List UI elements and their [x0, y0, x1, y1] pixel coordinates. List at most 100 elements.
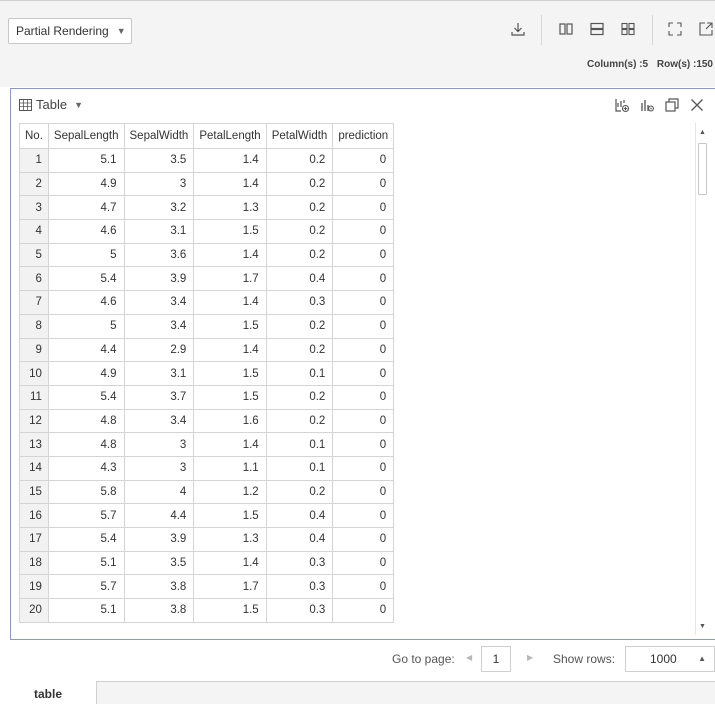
- prediction-cell: 0: [332, 479, 395, 505]
- table-row[interactable]: 14 4.3 3 1.1 0.1 0: [19, 455, 395, 481]
- table-row[interactable]: 8 5 3.4 1.5 0.2 0: [19, 313, 395, 339]
- vertical-scrollbar[interactable]: ▲ ▼: [695, 123, 709, 635]
- sepal-length-cell: 5.1: [47, 148, 125, 173]
- add-chart-icon[interactable]: [612, 95, 632, 115]
- toolbar-divider: [652, 15, 653, 45]
- table-row[interactable]: 17 5.4 3.9 1.3 0.4 0: [19, 527, 395, 552]
- table-header-row: No. SepalLength SepalWidth PetalLength P…: [19, 123, 395, 149]
- sepal-width-cell: 4: [123, 479, 195, 505]
- petal-width-cell: 0.2: [265, 195, 334, 221]
- column-header[interactable]: PetalLength: [193, 123, 267, 149]
- page-number-input[interactable]: 1: [481, 646, 511, 672]
- prediction-cell: 0: [332, 337, 395, 363]
- sepal-width-cell: 3.9: [123, 527, 195, 552]
- table-row[interactable]: 7 4.6 3.4 1.4 0.3 0: [19, 290, 395, 315]
- table-row[interactable]: 12 4.8 3.4 1.6 0.2 0: [19, 408, 395, 434]
- column-header[interactable]: prediction: [332, 123, 395, 149]
- petal-length-cell: 1.4: [193, 432, 267, 457]
- sepal-length-cell: 5.4: [47, 527, 125, 552]
- column-layout-icon[interactable]: [555, 18, 577, 40]
- petal-length-cell: 1.4: [193, 242, 267, 268]
- table-row[interactable]: 3 4.7 3.2 1.3 0.2 0: [19, 195, 395, 221]
- scroll-up-icon[interactable]: ▲: [696, 125, 709, 139]
- row-index: 2: [19, 171, 49, 197]
- sepal-length-cell: 5: [47, 313, 125, 339]
- table-row[interactable]: 10 4.9 3.1 1.5 0.1 0: [19, 361, 395, 386]
- petal-length-cell: 1.1: [193, 455, 267, 481]
- sepal-width-cell: 2.9: [123, 337, 195, 363]
- petal-width-cell: 0.4: [265, 527, 334, 552]
- table-row[interactable]: 18 5.1 3.5 1.4 0.3 0: [19, 550, 395, 576]
- rows-per-page-select[interactable]: 1000 ▲: [625, 646, 715, 672]
- column-header[interactable]: PetalWidth: [265, 123, 334, 149]
- petal-width-cell: 0.2: [265, 408, 334, 434]
- prediction-cell: 0: [332, 266, 395, 292]
- chart-settings-icon[interactable]: [637, 95, 657, 115]
- petal-width-cell: 0.2: [265, 219, 334, 244]
- sepal-length-cell: 4.6: [47, 290, 125, 315]
- table-row[interactable]: 19 5.7 3.8 1.7 0.3 0: [19, 574, 395, 600]
- sepal-length-cell: 4.8: [47, 432, 125, 457]
- table-body: 1 5.1 3.5 1.4 0.2 0 2 4.9 3 1.4 0.2 0 3 4.7 3.2 1.3 0.2 0…: [19, 148, 395, 623]
- table-row[interactable]: 1 5.1 3.5 1.4 0.2 0: [19, 148, 395, 173]
- column-header[interactable]: No.: [19, 123, 49, 149]
- table-row[interactable]: 5 5 3.6 1.4 0.2 0: [19, 242, 395, 268]
- external-link-icon[interactable]: [695, 18, 715, 40]
- table-row[interactable]: 11 5.4 3.7 1.5 0.2 0: [19, 384, 395, 410]
- rows-per-page-value: 1000: [650, 652, 677, 666]
- petal-width-cell: 0.1: [265, 361, 334, 386]
- tab-table[interactable]: table: [0, 681, 97, 704]
- scrollbar-thumb[interactable]: [698, 143, 707, 195]
- table-row[interactable]: 16 5.7 4.4 1.5 0.4 0: [19, 503, 395, 528]
- petal-length-cell: 1.3: [193, 195, 267, 221]
- petal-length-cell: 1.7: [193, 266, 267, 292]
- table-row[interactable]: 13 4.8 3 1.4 0.1 0: [19, 432, 395, 457]
- copy-window-icon[interactable]: [662, 95, 682, 115]
- table-row[interactable]: 15 5.8 4 1.2 0.2 0: [19, 479, 395, 505]
- petal-width-cell: 0.4: [265, 503, 334, 528]
- sepal-length-cell: 5.7: [47, 503, 125, 528]
- scroll-down-icon[interactable]: ▼: [696, 619, 709, 633]
- prediction-cell: 0: [332, 503, 395, 528]
- row-index: 12: [19, 408, 49, 434]
- petal-length-cell: 1.4: [193, 550, 267, 576]
- sepal-width-cell: 3.1: [123, 219, 195, 244]
- prediction-cell: 0: [332, 361, 395, 386]
- fullscreen-icon[interactable]: [664, 18, 686, 40]
- petal-width-cell: 0.2: [265, 337, 334, 363]
- petal-width-cell: 0.2: [265, 148, 334, 173]
- table-row[interactable]: 6 5.4 3.9 1.7 0.4 0: [19, 266, 395, 292]
- grid-layout-icon[interactable]: [617, 18, 639, 40]
- petal-length-cell: 1.5: [193, 503, 267, 528]
- row-index: 19: [19, 574, 49, 600]
- table-row[interactable]: 2 4.9 3 1.4 0.2 0: [19, 171, 395, 197]
- table-row[interactable]: 9 4.4 2.9 1.4 0.2 0: [19, 337, 395, 363]
- petal-length-cell: 1.5: [193, 384, 267, 410]
- show-rows-label: Show rows:: [553, 652, 616, 666]
- row-layout-icon[interactable]: [586, 18, 608, 40]
- table-row[interactable]: 20 5.1 3.8 1.5 0.3 0: [19, 598, 395, 623]
- sepal-width-cell: 3.4: [123, 313, 195, 339]
- prediction-cell: 0: [332, 171, 395, 197]
- column-header[interactable]: SepalLength: [47, 123, 125, 149]
- sepal-length-cell: 4.9: [47, 171, 125, 197]
- row-count: Row(s) :150: [656, 59, 713, 70]
- next-page-icon[interactable]: ▶: [527, 653, 533, 662]
- petal-width-cell: 0.3: [265, 574, 334, 600]
- view-type-select[interactable]: Table ▼: [19, 97, 83, 112]
- render-mode-select[interactable]: Partial Rendering ▼: [8, 18, 132, 44]
- goto-page-label: Go to page:: [392, 652, 455, 666]
- download-icon[interactable]: [507, 18, 529, 40]
- column-header[interactable]: SepalWidth: [123, 123, 195, 149]
- prediction-cell: 0: [332, 148, 395, 173]
- close-icon[interactable]: [687, 95, 707, 115]
- table-row[interactable]: 4 4.6 3.1 1.5 0.2 0: [19, 219, 395, 244]
- sepal-width-cell: 3: [123, 455, 195, 481]
- prev-page-icon[interactable]: ◀: [466, 653, 472, 662]
- petal-length-cell: 1.5: [193, 219, 267, 244]
- prediction-cell: 0: [332, 598, 395, 623]
- sepal-width-cell: 3.9: [123, 266, 195, 292]
- sepal-length-cell: 4.3: [47, 455, 125, 481]
- row-index: 10: [19, 361, 49, 386]
- prediction-cell: 0: [332, 574, 395, 600]
